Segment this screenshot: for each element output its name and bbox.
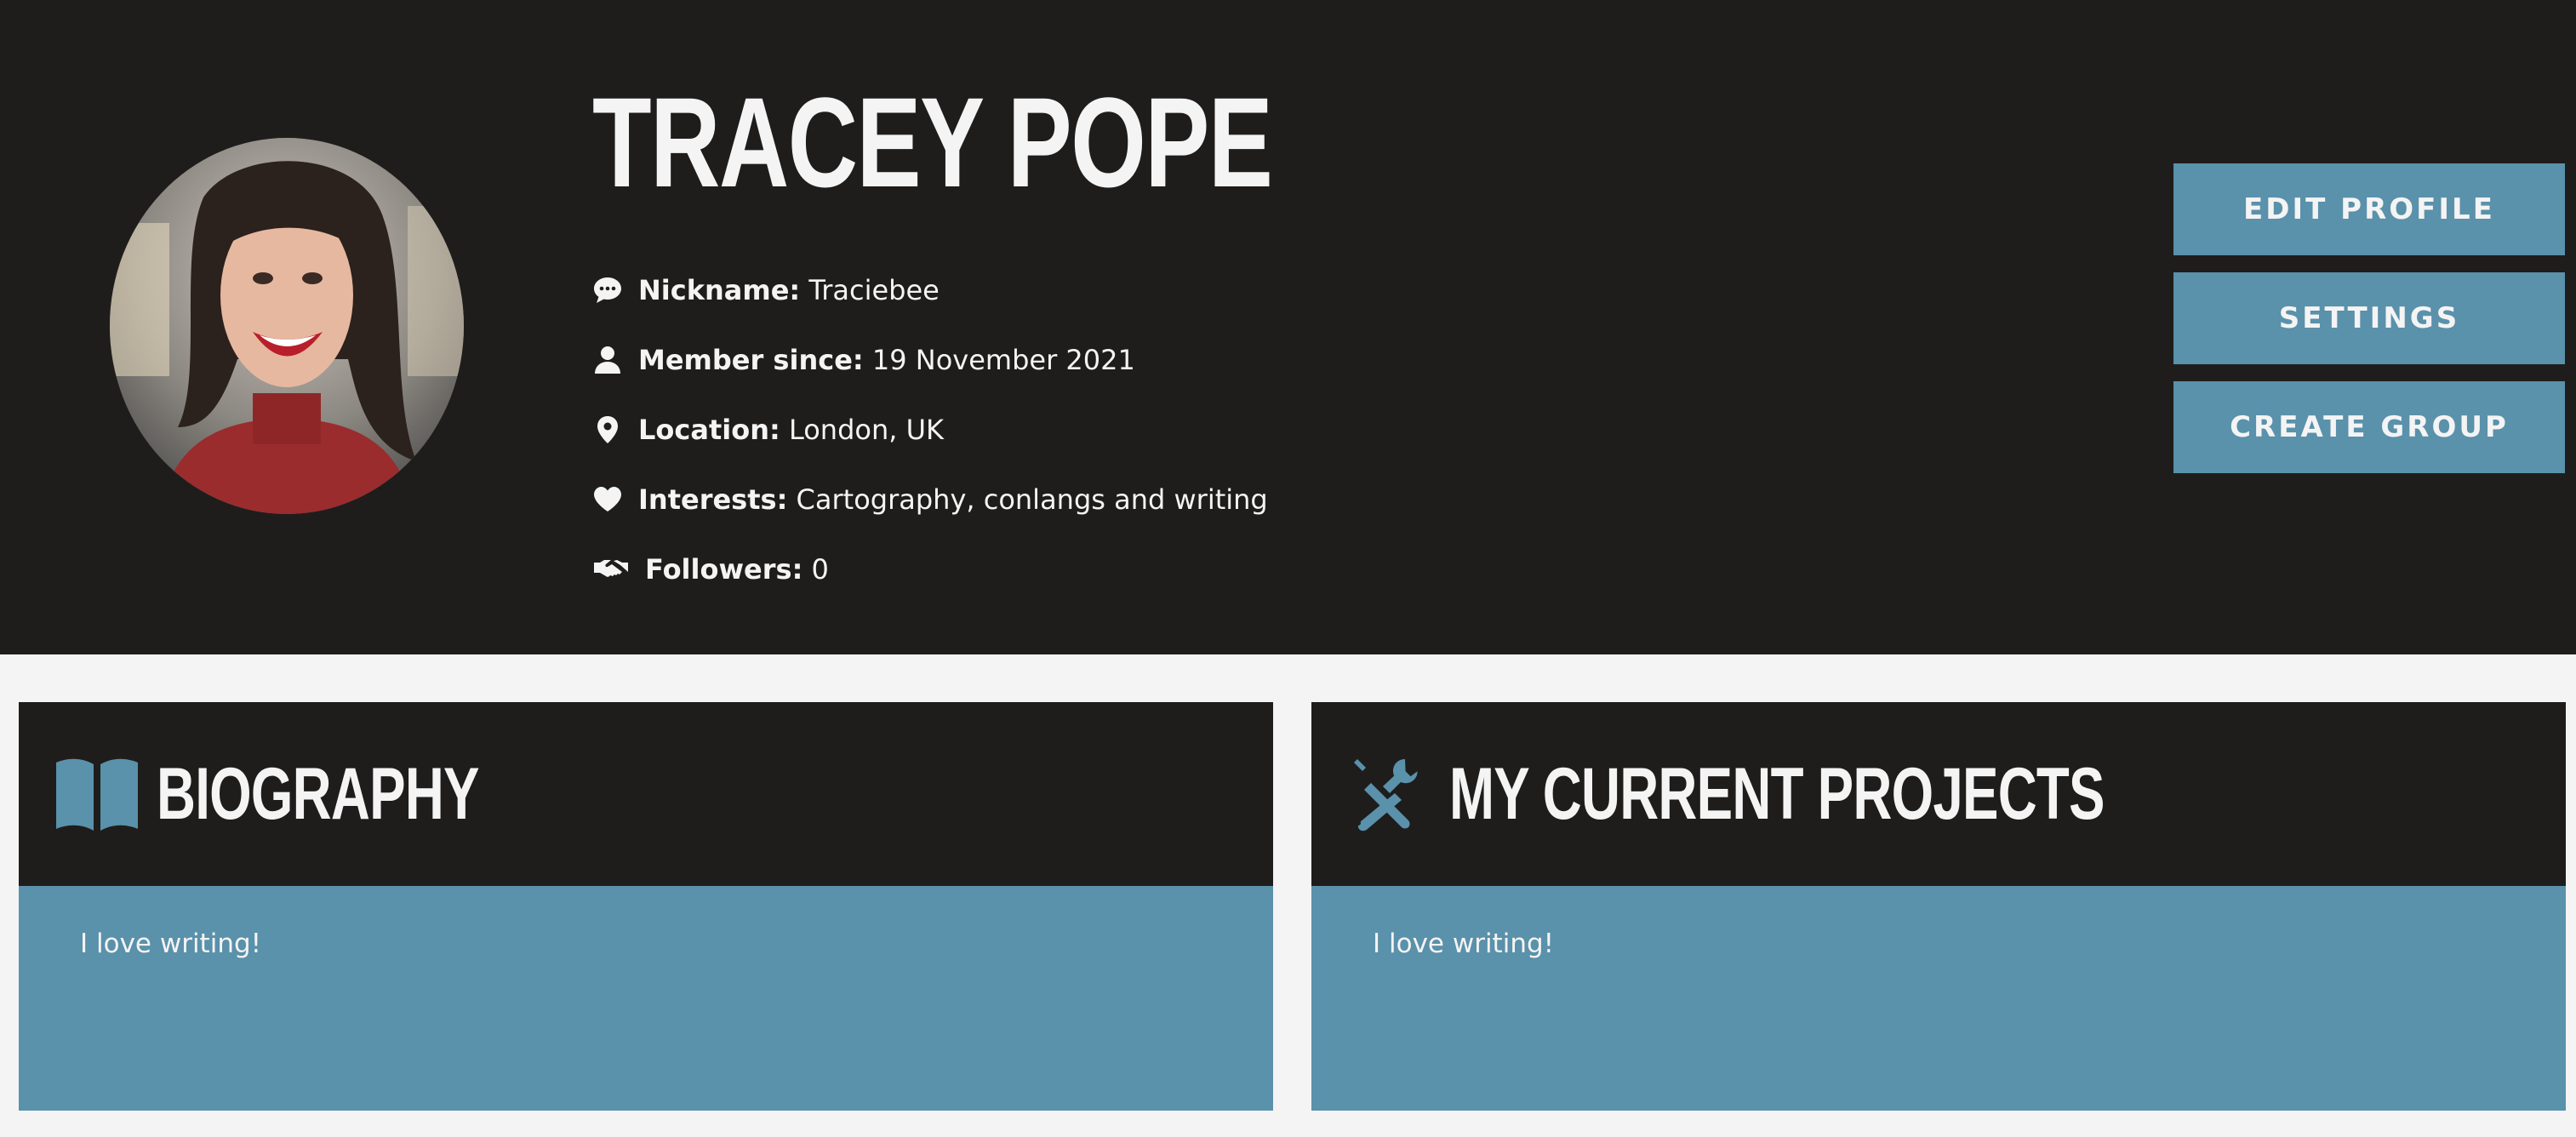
info-value: London, UK <box>788 414 944 446</box>
biography-panel: BIOGRAPHY I love writing! <box>19 702 1273 1111</box>
handshake-icon <box>594 560 628 577</box>
info-label: Nickname: <box>638 274 801 306</box>
profile-header: TRACEY POPE Nickname: Traciebee Member s… <box>0 0 2576 654</box>
speech-bubble-icon <box>594 277 621 303</box>
tools-icon <box>1354 759 1418 831</box>
info-value: Cartography, conlangs and writing <box>796 483 1268 516</box>
heart-icon <box>594 487 621 511</box>
info-value: 19 November 2021 <box>871 344 1135 376</box>
settings-button[interactable]: SETTINGS <box>2173 272 2565 364</box>
edit-profile-button[interactable]: EDIT PROFILE <box>2173 163 2565 255</box>
projects-title: MY CURRENT PROJECTS <box>1449 752 2105 835</box>
projects-text: I love writing! <box>1373 928 1555 959</box>
info-value: 0 <box>811 553 829 586</box>
user-icon <box>595 346 620 374</box>
biography-text: I love writing! <box>80 928 262 959</box>
info-member-since: Member since: 19 November 2021 <box>592 336 1135 384</box>
biography-panel-header: BIOGRAPHY <box>19 702 1273 886</box>
info-label: Member since: <box>638 344 864 376</box>
biography-body: I love writing! <box>19 886 1273 1111</box>
info-interests: Interests: Cartography, conlangs and wri… <box>592 476 1268 523</box>
info-value: Traciebee <box>808 274 940 306</box>
profile-actions: EDIT PROFILE SETTINGS CREATE GROUP <box>2173 163 2565 490</box>
info-label: Interests: <box>638 483 788 516</box>
map-pin-icon <box>597 416 618 443</box>
info-nickname: Nickname: Traciebee <box>592 266 940 314</box>
info-followers: Followers: 0 <box>592 546 829 593</box>
profile-name: TRACEY POPE <box>592 71 1273 214</box>
projects-panel-header: MY CURRENT PROJECTS <box>1311 702 2566 886</box>
info-label: Location: <box>638 414 780 446</box>
info-label: Followers: <box>645 553 803 586</box>
info-location: Location: London, UK <box>592 406 944 454</box>
biography-title: BIOGRAPHY <box>157 752 480 835</box>
open-book-icon <box>56 758 138 831</box>
projects-panel: MY CURRENT PROJECTS I love writing! <box>1311 702 2566 1111</box>
create-group-button[interactable]: CREATE GROUP <box>2173 381 2565 473</box>
projects-body: I love writing! <box>1311 886 2566 1111</box>
avatar <box>110 138 464 514</box>
